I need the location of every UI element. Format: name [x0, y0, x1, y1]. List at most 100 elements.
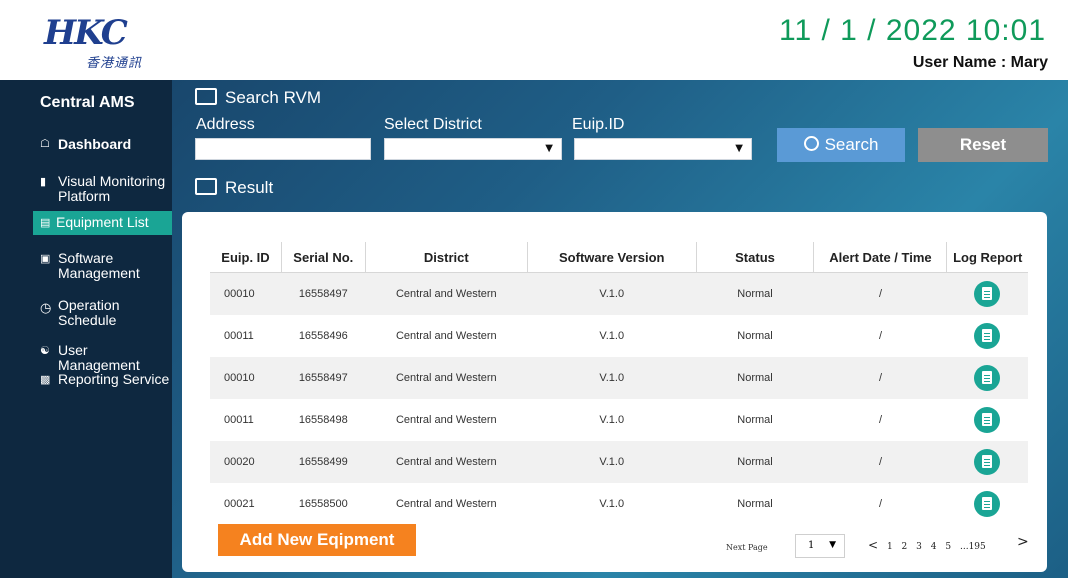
home-icon: ☖: [40, 138, 50, 150]
equip-id-cell: 00011: [224, 330, 254, 342]
sidebar-item-label: User Management: [58, 342, 140, 373]
page-link[interactable]: 2: [902, 542, 908, 552]
sidebar-item-operation-schedule[interactable]: ◷ Operation Schedule: [0, 296, 172, 330]
users-icon: ☯: [40, 345, 50, 357]
sidebar-item-software-management[interactable]: ▣ Software Management: [0, 249, 172, 283]
equipment-table: Euip. ID Serial No. District Software Ve…: [210, 242, 1028, 525]
result-section-title: Result: [195, 178, 273, 198]
sidebar: Central AMS ☖ Dashboard ▮ Visual Monitor…: [0, 80, 172, 578]
district-label: Select District: [384, 116, 482, 133]
log-report-icon[interactable]: [974, 449, 1001, 475]
log-report-icon[interactable]: [974, 407, 1001, 433]
chevron-down-icon: ▼: [545, 143, 553, 154]
version-cell: V.1.0: [599, 330, 625, 342]
sidebar-item-label: Software Management: [58, 250, 140, 281]
column-header[interactable]: Status: [696, 242, 815, 273]
sidebar-brand: Central AMS: [40, 94, 135, 111]
search-panel-icon: [195, 88, 217, 105]
search-button[interactable]: Search: [777, 128, 905, 162]
district-cell: Central and Western: [365, 272, 528, 315]
page-link[interactable]: 4: [931, 542, 937, 552]
address-input[interactable]: [195, 138, 371, 160]
sidebar-item-user-management[interactable]: ☯ User Management: [0, 342, 172, 373]
page-select[interactable]: 1 ▼: [795, 534, 845, 558]
video-camera-icon: ▮: [40, 176, 47, 188]
page-select-value: 1: [808, 540, 815, 551]
column-header[interactable]: Log Report: [946, 242, 1028, 273]
serial-cell: 16558497: [281, 272, 366, 315]
equip-id-cell: 00010: [210, 272, 282, 315]
result-panel: Euip. ID Serial No. District Software Ve…: [182, 212, 1047, 572]
equip-id-cell: 00010: [210, 357, 282, 399]
chevron-down-icon: ▼: [735, 143, 743, 154]
district-select[interactable]: ▼: [384, 138, 562, 160]
status-cell: Normal: [737, 414, 773, 426]
column-header[interactable]: Serial No.: [281, 242, 366, 273]
column-header[interactable]: Alert Date / Time: [813, 242, 948, 273]
table-row: 00010 16558497 Central and Western V.1.0 Nor…: [210, 272, 1028, 315]
logo-mark: HKC: [44, 13, 128, 53]
euip-id-select[interactable]: ▼: [574, 138, 752, 160]
reset-button[interactable]: Reset: [918, 128, 1048, 162]
next-page-arrow[interactable]: >: [1017, 534, 1029, 550]
alert-cell: /: [878, 414, 882, 426]
alert-cell: /: [813, 441, 947, 483]
alert-cell: /: [813, 357, 947, 399]
column-header[interactable]: Software Version: [527, 242, 697, 273]
sidebar-item-equipment-list[interactable]: ▤ Equipment List: [33, 211, 172, 235]
page-link[interactable]: 5: [945, 542, 951, 552]
page-link[interactable]: 1: [887, 542, 893, 552]
search-button-label: Search: [824, 135, 879, 154]
sidebar-item-label: Reporting Service: [58, 371, 170, 387]
table-row: 00021 16558500 Central and Western V.1.0 Nor…: [210, 483, 1028, 525]
equip-id-cell: 00020: [210, 441, 282, 483]
table-row: 00011 16558496 Central and Western V.1.0 Nor…: [210, 315, 1028, 357]
log-report-icon[interactable]: [974, 365, 1001, 391]
log-report-icon[interactable]: [974, 491, 1001, 517]
next-page-label: Next Page: [726, 543, 768, 552]
serial-cell: 16558498: [298, 414, 348, 426]
add-equipment-button[interactable]: Add New Eqipment: [218, 524, 416, 556]
status-cell: Normal: [737, 330, 773, 342]
window-icon: ▣: [40, 253, 51, 265]
version-cell: V.1.0: [599, 498, 625, 510]
prev-page-arrow[interactable]: <: [868, 538, 878, 552]
result-title-text: Result: [225, 178, 274, 197]
log-report-icon[interactable]: [974, 323, 1001, 349]
sidebar-item-label: Dashboard: [58, 136, 132, 152]
logo-subtitle: 香港通訊: [86, 56, 143, 71]
clock-icon: ◷: [40, 300, 52, 315]
table-row: 00010 16558497 Central and Western V.1.0 Nor…: [210, 357, 1028, 399]
address-label: Address: [196, 116, 255, 133]
version-cell: V.1.0: [527, 272, 697, 315]
table-row: 00011 16558498 Central and Western V.1.0 Nor…: [210, 399, 1028, 441]
chevron-down-icon: ▼: [829, 540, 836, 550]
district-cell: Central and Western: [365, 357, 528, 399]
result-panel-icon: [195, 178, 217, 195]
status-cell: Normal: [696, 357, 814, 399]
equip-id-cell: 00011: [224, 414, 254, 426]
serial-cell: 16558497: [281, 357, 366, 399]
page-link[interactable]: ...195: [960, 542, 986, 552]
district-cell: Central and Western: [395, 498, 497, 510]
status-cell: Normal: [696, 441, 814, 483]
version-cell: V.1.0: [599, 414, 625, 426]
top-header: HKC 香港通訊 11 / 1 / 2022 10:01 User Name :…: [0, 0, 1068, 80]
current-datetime: 11 / 1 / 2022 10:01: [779, 14, 1046, 47]
log-report-icon[interactable]: [974, 281, 1001, 307]
log-report-cell: [946, 357, 1028, 399]
sidebar-item-visual-monitoring[interactable]: ▮ Visual Monitoring Platform: [0, 172, 172, 208]
user-name-label: User Name : Mary: [912, 54, 1048, 71]
column-header[interactable]: Euip. ID: [210, 242, 282, 273]
alert-cell: /: [878, 330, 882, 342]
sidebar-item-label: Operation Schedule: [58, 297, 120, 328]
log-report-cell: [946, 441, 1028, 483]
district-cell: Central and Western: [395, 414, 497, 426]
page-link[interactable]: 3: [916, 542, 922, 552]
sidebar-item-reporting-service[interactable]: ▩ Reporting Service: [0, 371, 172, 391]
serial-cell: 16558499: [281, 441, 366, 483]
version-cell: V.1.0: [527, 357, 697, 399]
column-header[interactable]: District: [365, 242, 529, 273]
log-report-cell: [947, 399, 1028, 441]
sidebar-item-dashboard[interactable]: ☖ Dashboard: [0, 132, 172, 160]
